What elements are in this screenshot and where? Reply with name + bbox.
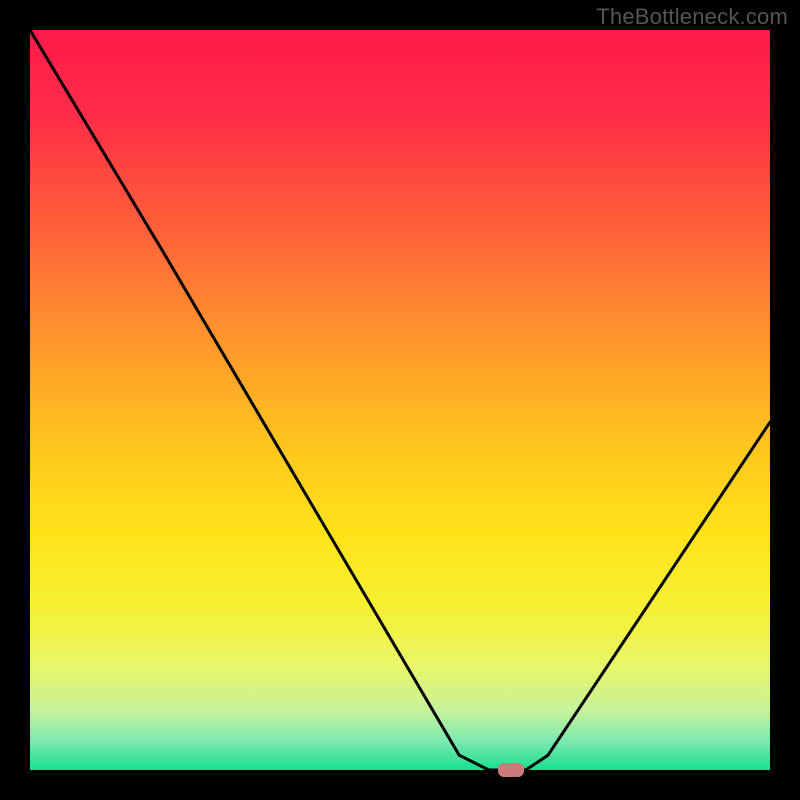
plot-background bbox=[30, 30, 770, 770]
watermark-text: TheBottleneck.com bbox=[596, 4, 788, 30]
optimal-point-marker bbox=[498, 763, 524, 777]
chart-svg bbox=[0, 0, 800, 800]
bottleneck-chart-container: TheBottleneck.com bbox=[0, 0, 800, 800]
